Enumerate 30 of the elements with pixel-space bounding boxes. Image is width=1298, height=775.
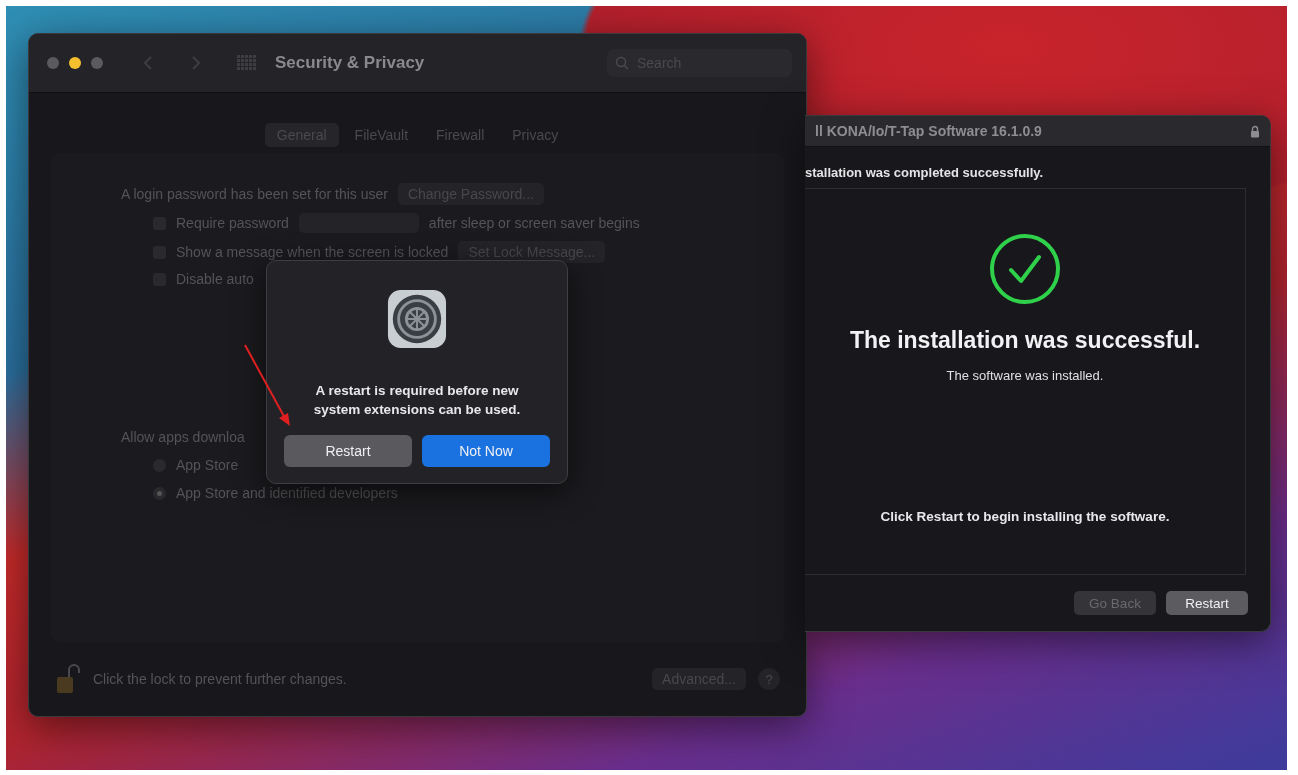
back-icon[interactable] xyxy=(143,55,153,71)
installer-title: ll KONA/Io/T-Tap Software 16.1.0.9 xyxy=(815,123,1042,139)
section-label: Allow apps downloa xyxy=(121,429,245,445)
intro-text: stallation was completed successfully. xyxy=(805,164,1045,182)
not-now-button[interactable]: Not Now xyxy=(422,435,550,467)
zoom-button[interactable] xyxy=(91,57,103,69)
option-text: after sleep or screen saver begins xyxy=(428,215,640,231)
grid-icon[interactable] xyxy=(237,55,257,71)
radio-label: App Store xyxy=(176,457,239,473)
unlocked-padlock-icon[interactable] xyxy=(55,663,81,695)
help-button[interactable]: ? xyxy=(758,668,780,690)
lock-hint-text: Click the lock to prevent further changes. xyxy=(93,671,347,687)
checkbox-label: Disable auto xyxy=(176,271,254,287)
checkbox-label: Require password xyxy=(176,215,289,231)
close-button[interactable] xyxy=(47,57,59,69)
forward-icon[interactable] xyxy=(191,55,201,71)
dialog-message: A restart is required before new system extensions can be used. xyxy=(312,382,522,419)
window-title: Security & Privacy xyxy=(275,53,425,73)
instruction-text: Click Restart to begin installing the software. xyxy=(880,509,1170,524)
restart-button[interactable]: Restart xyxy=(1166,591,1248,615)
search-icon xyxy=(615,56,629,70)
checkmark-circle-icon xyxy=(989,233,1061,305)
password-status-text: A login password has been set for this user xyxy=(121,186,388,202)
restart-button[interactable]: Restart xyxy=(284,435,412,467)
gear-app-icon xyxy=(386,289,448,349)
padlock-icon xyxy=(1250,124,1260,138)
success-text: The software was installed. xyxy=(946,368,1104,383)
radio-button[interactable] xyxy=(153,486,166,500)
success-heading: The installation was successful. xyxy=(849,327,1201,354)
minimize-button[interactable] xyxy=(69,57,81,69)
